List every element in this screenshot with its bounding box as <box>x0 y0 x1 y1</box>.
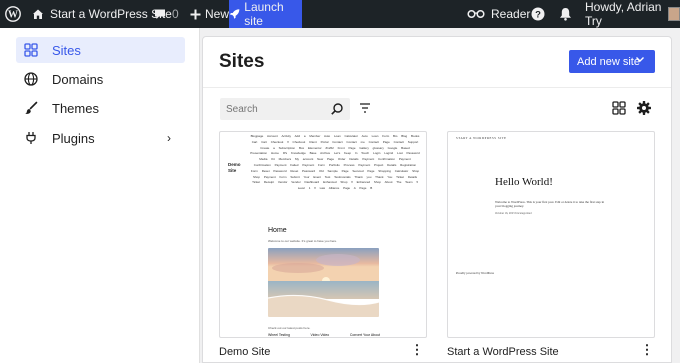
search-input[interactable] <box>220 98 324 120</box>
brush-icon <box>24 101 38 115</box>
rocket-icon <box>229 9 240 19</box>
preview-post-link: Convert Your About <box>349 333 380 337</box>
preview-post-link: Video Video <box>310 333 330 337</box>
sites-panel: Sites Add new site Demo Site Blogpage Ac… <box>202 36 672 363</box>
preview-post-heading: Hello World! <box>495 176 553 188</box>
preview-post-meta: October 16, 2023 Uncategorized <box>495 212 532 215</box>
new-content-button[interactable]: New <box>190 0 229 28</box>
preview-home-heading: Home <box>268 227 287 234</box>
more-options-icon[interactable]: ⋮ <box>641 342 654 358</box>
comments-link[interactable]: 0 <box>154 0 179 28</box>
admin-bar: W Start a WordPress Site 0 New Launch si… <box>0 0 680 28</box>
grid-icon <box>24 43 38 57</box>
sidebar-item-themes[interactable]: Themes <box>16 95 185 121</box>
site-card-demo[interactable]: Demo Site Blogpage Account Activity Add … <box>219 131 427 338</box>
preview-post-body: Welcome to WordPress. This is your first… <box>495 200 605 209</box>
plus-icon <box>190 9 201 19</box>
preview-site-title: Demo Site <box>228 162 241 173</box>
reader-label: Reader <box>491 7 531 21</box>
gear-icon[interactable] <box>636 100 652 116</box>
sidebar-item-label: Plugins <box>52 130 95 146</box>
home-icon <box>33 9 43 19</box>
wordpress-logo-icon[interactable]: W <box>4 0 22 28</box>
sidebar-item-label: Domains <box>52 71 104 87</box>
sidebar-item-domains[interactable]: Domains <box>16 66 185 92</box>
new-label: New <box>205 7 230 21</box>
page-title: Sites <box>219 51 265 72</box>
preview-menu: Blogpage Account Activity Add a Member A… <box>250 134 420 191</box>
preview-footer: Proudly powered by WordPress <box>456 271 494 275</box>
preview-posts: Wheel Testing Video Video Convert Your A… <box>268 333 380 337</box>
my-account-menu[interactable]: Howdy, Adrian Try <box>585 0 680 28</box>
site-name[interactable]: Start a WordPress Site <box>447 346 559 358</box>
sidebar-item-sites[interactable]: Sites <box>16 37 185 63</box>
reader-link[interactable]: Reader <box>467 0 530 28</box>
help-icon[interactable]: ? <box>531 0 545 28</box>
svg-text:?: ? <box>535 10 541 21</box>
launch-label: Launch site <box>244 0 284 28</box>
comment-icon <box>155 9 165 19</box>
beach-photo <box>268 248 379 317</box>
howdy-label: Howdy, Adrian Try <box>585 0 662 28</box>
plug-icon <box>24 131 38 145</box>
grid-view-icon[interactable] <box>612 101 626 115</box>
reader-glasses-icon <box>467 9 485 19</box>
filter-icon[interactable] <box>358 101 372 115</box>
site-card-start[interactable]: START A WORDPRESS SITE Hello World! Welc… <box>447 131 655 338</box>
svg-text:W: W <box>8 10 18 21</box>
notifications-bell-icon[interactable] <box>559 0 572 28</box>
more-options-icon[interactable]: ⋮ <box>411 342 424 358</box>
sidebar-item-label: Themes <box>52 100 99 116</box>
divider <box>203 87 671 88</box>
chevron-right-icon: › <box>167 131 171 145</box>
comment-count: 0 <box>172 7 179 21</box>
chevron-down-icon <box>635 53 645 67</box>
sidebar-item-plugins[interactable]: Plugins › <box>16 125 185 151</box>
globe-icon <box>24 72 38 86</box>
sidebar: Sites Domains Themes Plugins › <box>0 28 200 363</box>
avatar <box>668 7 680 21</box>
sidebar-item-label: Sites <box>52 42 81 58</box>
search-icon[interactable] <box>330 102 344 116</box>
add-new-site-label: Add new site <box>577 55 640 68</box>
site-link[interactable]: Start a WordPress Site <box>32 0 172 28</box>
search-box <box>220 98 350 120</box>
preview-welcome-text: Welcome to our website. It's great to ha… <box>268 239 338 243</box>
preview-site-name: START A WORDPRESS SITE <box>456 136 507 140</box>
add-new-site-button[interactable]: Add new site <box>569 50 655 73</box>
preview-latest-text: Check out our latest posts here. <box>268 326 311 330</box>
launch-site-button[interactable]: Launch site <box>229 0 302 28</box>
preview-post-link: Wheel Testing <box>268 333 290 337</box>
site-name[interactable]: Demo Site <box>219 346 270 358</box>
